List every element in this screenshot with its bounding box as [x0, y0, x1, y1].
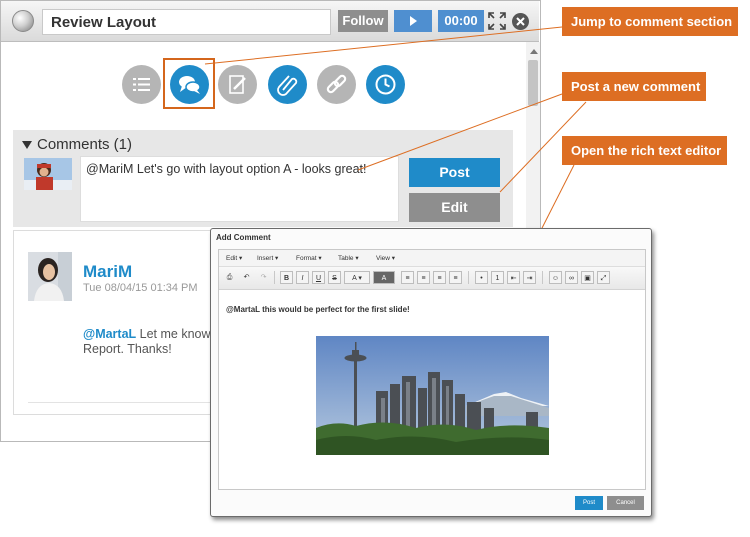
edit-note-icon — [229, 75, 246, 94]
menu-edit[interactable]: Edit ▾ — [226, 254, 242, 262]
callout-rich-text-editor: Open the rich text editor — [562, 136, 727, 165]
notes-tool-button[interactable] — [218, 65, 257, 104]
bold-icon[interactable]: B — [280, 271, 293, 284]
insert-link-icon[interactable]: ∞ — [565, 271, 578, 284]
link-tool-button[interactable] — [317, 65, 356, 104]
play-button[interactable] — [394, 10, 432, 32]
indent-icon[interactable]: ⇥ — [523, 271, 536, 284]
comment-input[interactable]: @MariM Let's go with layout option A - l… — [80, 156, 399, 222]
collapse-caret-icon[interactable] — [22, 141, 32, 149]
numbered-list-icon[interactable]: 1 — [491, 271, 504, 284]
strikethrough-icon[interactable]: S — [328, 271, 341, 284]
redo-icon[interactable]: ↷ — [257, 271, 270, 284]
comments-tool-button[interactable] — [170, 65, 209, 104]
review-title-field[interactable]: Review Layout — [42, 9, 331, 35]
bullet-list-icon[interactable]: • — [475, 271, 488, 284]
highlight-color-icon[interactable]: A — [373, 271, 395, 284]
timer-display[interactable]: 00:00 — [438, 10, 484, 32]
toolbar-separator — [542, 271, 543, 284]
attach-tool-button[interactable] — [268, 65, 307, 104]
dialog-cancel-button[interactable]: Cancel — [607, 496, 644, 510]
post-button[interactable]: Post — [409, 158, 500, 187]
list-tool-button[interactable] — [122, 65, 161, 104]
insert-image-icon[interactable]: ▣ — [581, 271, 594, 284]
menu-table[interactable]: Table ▾ — [338, 254, 359, 262]
follow-button[interactable]: Follow — [338, 10, 388, 32]
avatar — [28, 252, 72, 301]
seattle-skyline-image — [316, 336, 549, 455]
comment-body: @MartaL Let me know Report. Thanks! — [83, 327, 213, 357]
align-right-icon[interactable]: ≡ — [433, 271, 446, 284]
list-icon — [133, 78, 150, 91]
fullscreen-icon[interactable]: ⤢ — [597, 271, 610, 284]
clock-icon — [375, 74, 396, 95]
menu-insert[interactable]: Insert ▾ — [257, 254, 278, 262]
comment-author[interactable]: MariM — [83, 262, 132, 282]
dialog-post-button[interactable]: Post — [575, 496, 603, 510]
editor-menubar — [219, 250, 645, 267]
comment-timestamp: Tue 08/04/15 01:34 PM — [83, 282, 198, 294]
paperclip-icon — [277, 75, 298, 96]
callout-jump-to-comments: Jump to comment section — [562, 7, 738, 36]
expand-icon[interactable] — [488, 12, 506, 30]
print-icon[interactable]: ⎙ — [223, 271, 236, 284]
justify-icon[interactable]: ≡ — [449, 271, 462, 284]
scroll-up-arrow-icon[interactable] — [530, 49, 538, 54]
history-tool-button[interactable] — [366, 65, 405, 104]
emoticon-icon[interactable]: ☺ — [549, 271, 562, 284]
dialog-title: Add Comment — [216, 233, 271, 242]
edit-button[interactable]: Edit — [409, 193, 500, 222]
globe-icon[interactable] — [12, 10, 34, 32]
scrollbar-thumb[interactable] — [528, 60, 538, 106]
menu-format[interactable]: Format ▾ — [296, 254, 322, 262]
comments-header[interactable]: Comments (1) — [37, 136, 132, 153]
callout-post-comment: Post a new comment — [562, 72, 706, 101]
underline-icon[interactable]: U — [312, 271, 325, 284]
link-icon — [326, 74, 347, 94]
align-left-icon[interactable]: ≡ — [401, 271, 414, 284]
speech-bubbles-icon — [179, 76, 201, 94]
mention-link[interactable]: @MartaL — [83, 327, 136, 341]
toolbar-separator — [468, 271, 469, 284]
italic-icon[interactable]: I — [296, 271, 309, 284]
outdent-icon[interactable]: ⇤ — [507, 271, 520, 284]
close-icon[interactable] — [512, 13, 529, 30]
menu-view[interactable]: View ▾ — [376, 254, 395, 262]
undo-icon[interactable]: ↶ — [240, 271, 253, 284]
avatar — [24, 158, 72, 190]
toolbar-separator — [274, 271, 275, 284]
play-icon — [410, 16, 417, 26]
text-color-icon[interactable]: A ▾ — [344, 271, 370, 284]
editor-content-text[interactable]: @MartaL this would be perfect for the fi… — [226, 305, 410, 314]
align-center-icon[interactable]: ≡ — [417, 271, 430, 284]
